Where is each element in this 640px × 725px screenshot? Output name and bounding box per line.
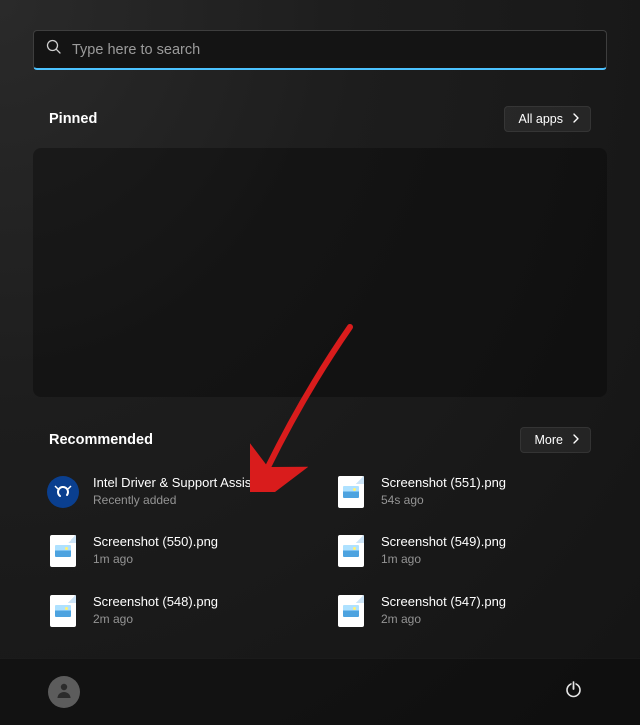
all-apps-label: All apps (519, 112, 563, 126)
image-file-icon (335, 535, 367, 567)
recommended-item[interactable]: Screenshot (547).png 2m ago (325, 592, 603, 629)
person-icon (55, 681, 73, 704)
more-label: More (535, 433, 563, 447)
image-file-icon (335, 476, 367, 508)
recommended-item-sub: Recently added (93, 493, 273, 509)
power-button[interactable] (554, 673, 592, 711)
chevron-right-icon (571, 112, 581, 126)
recommended-grid: Intel Driver & Support Assistant Recentl… (33, 473, 607, 629)
pinned-title: Pinned (49, 111, 97, 127)
search-box[interactable] (33, 30, 607, 70)
more-button[interactable]: More (520, 427, 591, 453)
recommended-item-sub: 2m ago (381, 612, 506, 628)
recommended-item-title: Screenshot (551).png (381, 475, 506, 492)
chevron-right-icon (571, 433, 581, 447)
recommended-item-title: Screenshot (548).png (93, 594, 218, 611)
recommended-item[interactable]: Intel Driver & Support Assistant Recentl… (37, 473, 315, 510)
pinned-header: Pinned All apps (33, 106, 607, 132)
recommended-item[interactable]: Screenshot (549).png 1m ago (325, 532, 603, 569)
recommended-item-text: Screenshot (548).png 2m ago (93, 594, 218, 627)
recommended-item-sub: 1m ago (381, 552, 506, 568)
user-account-button[interactable] (48, 676, 80, 708)
recommended-item-sub: 2m ago (93, 612, 218, 628)
pinned-area (33, 148, 607, 397)
recommended-item-text: Screenshot (551).png 54s ago (381, 475, 506, 508)
recommended-title: Recommended (49, 432, 153, 448)
recommended-item-text: Screenshot (550).png 1m ago (93, 534, 218, 567)
search-icon (46, 39, 62, 60)
recommended-item-text: Intel Driver & Support Assistant Recentl… (93, 475, 273, 508)
image-file-icon (335, 595, 367, 627)
recommended-item-title: Intel Driver & Support Assistant (93, 475, 273, 492)
recommended-item[interactable]: Screenshot (548).png 2m ago (37, 592, 315, 629)
recommended-item[interactable]: Screenshot (550).png 1m ago (37, 532, 315, 569)
search-input[interactable] (72, 42, 594, 58)
recommended-header: Recommended More (33, 427, 607, 453)
power-icon (564, 680, 583, 704)
recommended-item-sub: 1m ago (93, 552, 218, 568)
image-file-icon (47, 595, 79, 627)
recommended-item-title: Screenshot (549).png (381, 534, 506, 551)
recommended-item-title: Screenshot (550).png (93, 534, 218, 551)
recommended-item-title: Screenshot (547).png (381, 594, 506, 611)
recommended-item-text: Screenshot (549).png 1m ago (381, 534, 506, 567)
all-apps-button[interactable]: All apps (504, 106, 591, 132)
start-menu: Pinned All apps Recommended More (0, 0, 640, 725)
recommended-item[interactable]: Screenshot (551).png 54s ago (325, 473, 603, 510)
intel-icon (47, 476, 79, 508)
recommended-item-text: Screenshot (547).png 2m ago (381, 594, 506, 627)
image-file-icon (47, 535, 79, 567)
content-area: Pinned All apps Recommended More (0, 0, 640, 658)
recommended-item-sub: 54s ago (381, 493, 506, 509)
bottom-bar (0, 658, 640, 725)
